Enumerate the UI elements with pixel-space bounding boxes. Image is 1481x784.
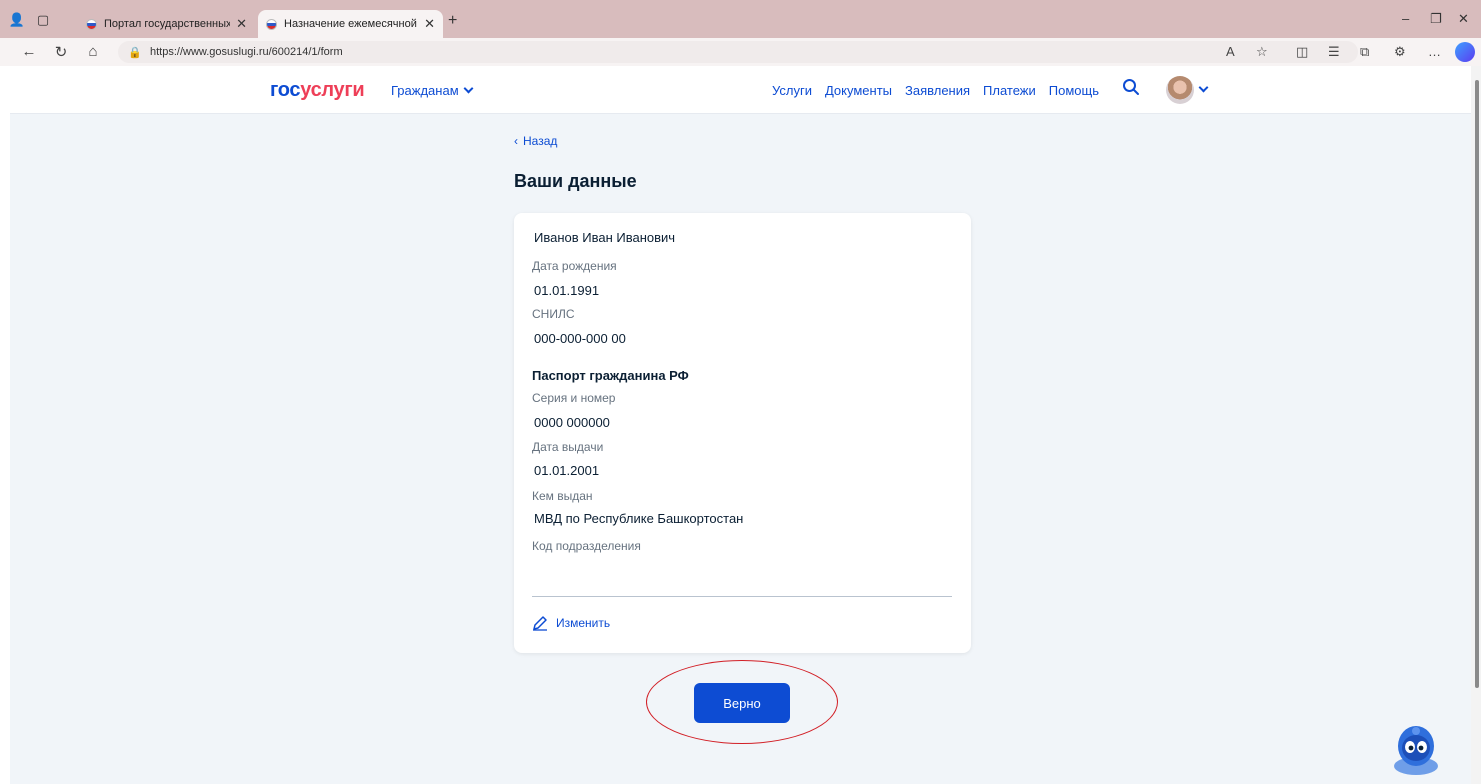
back-label: Назад (523, 134, 558, 148)
favorite-star-icon[interactable]: ☆ (1256, 44, 1268, 60)
back-link[interactable]: ‹ Назад (514, 134, 557, 148)
browser-address-bar: ← ↻ ⌂ 🔒 https://www.gosuslugi.ru/600214/… (0, 38, 1481, 66)
home-icon[interactable]: ⌂ (84, 43, 102, 60)
full-name: Иванов Иван Иванович (534, 230, 676, 245)
robot-assistant-icon[interactable] (1392, 722, 1440, 776)
collections-icon[interactable]: ⧉ (1360, 44, 1369, 60)
restore-icon[interactable]: ❐ (1430, 11, 1442, 27)
logo-part-uslugi: услуги (300, 79, 365, 101)
browser-tab-2[interactable]: Назначение ежемесячной выпл ✕ (258, 10, 443, 38)
browser-tab-bar: 👤 ▢ Портал государственных услуг Р ✕ Наз… (0, 0, 1481, 38)
site-header: госуслуги Гражданам Услуги Документы Зая… (10, 66, 1471, 114)
passport-section-title: Паспорт гражданина РФ (532, 368, 689, 383)
gosuslugi-logo[interactable]: госуслуги (270, 79, 365, 102)
issue-date-value: 01.01.2001 (534, 463, 600, 478)
avatar[interactable] (1166, 76, 1194, 104)
close-icon[interactable]: ✕ (236, 16, 247, 32)
nav-help[interactable]: Помощь (1049, 83, 1099, 98)
window-close-icon[interactable]: ✕ (1458, 11, 1469, 27)
split-screen-icon[interactable]: ◫ (1296, 44, 1308, 60)
issued-by-value: МВД по Республике Башкортостан (534, 511, 744, 526)
favicon-flag-icon (266, 18, 277, 30)
read-aloud-icon[interactable]: A (1226, 44, 1235, 59)
url-text: https://www.gosuslugi.ru/600214/1/form (150, 46, 343, 58)
tab-title: Назначение ежемесячной выпл (284, 18, 418, 30)
new-tab-icon[interactable]: + (448, 12, 457, 30)
personal-data-card: Иванов Иван Иванович Дата рождения 01.01… (514, 213, 971, 653)
chevron-down-icon (463, 83, 474, 94)
subdivision-code-label: Код подразделения (532, 539, 641, 553)
search-icon[interactable] (1122, 78, 1140, 96)
minimize-icon[interactable]: – (1402, 11, 1409, 26)
passport-series-label: Серия и номер (532, 391, 616, 405)
edit-label: Изменить (556, 616, 611, 630)
tab-title: Портал государственных услуг Р (104, 18, 231, 30)
nav-services[interactable]: Услуги (772, 83, 812, 98)
back-arrow-icon[interactable]: ← (20, 43, 38, 60)
issue-date-label: Дата выдачи (532, 440, 604, 454)
workspaces-icon[interactable]: ▢ (34, 12, 52, 28)
confirm-button[interactable]: Верно (694, 683, 790, 723)
nav-applications[interactable]: Заявления (905, 83, 970, 98)
snils-label: СНИЛС (532, 307, 575, 321)
url-input[interactable]: 🔒 https://www.gosuslugi.ru/600214/1/form (118, 41, 1358, 63)
page-title: Ваши данные (514, 171, 637, 191)
citizens-label: Гражданам (391, 83, 459, 98)
snils-value: 000-000-000 00 (534, 331, 626, 346)
chevron-down-icon[interactable] (1198, 82, 1209, 93)
favicon-flag-icon (86, 18, 97, 30)
birth-date-value: 01.01.1991 (534, 283, 600, 298)
more-menu-icon[interactable]: … (1428, 44, 1441, 59)
pencil-icon (533, 616, 547, 631)
scrollbar-thumb[interactable] (1475, 80, 1479, 688)
favorites-list-icon[interactable]: ☰ (1328, 44, 1340, 60)
birth-date-label: Дата рождения (532, 259, 617, 273)
page-edge (0, 66, 10, 784)
profile-icon[interactable]: 👤 (8, 12, 26, 28)
reload-icon[interactable]: ↻ (52, 43, 70, 61)
lock-icon: 🔒 (128, 46, 142, 59)
passport-series-value: 0000 000000 (534, 415, 610, 430)
browser-tab-1[interactable]: Портал государственных услуг Р ✕ (78, 10, 255, 38)
issued-by-label: Кем выдан (532, 489, 593, 503)
nav-documents[interactable]: Документы (825, 83, 892, 98)
edit-button[interactable]: Изменить (532, 615, 610, 631)
chevron-left-icon: ‹ (514, 134, 518, 148)
extensions-icon[interactable]: ⚙ (1394, 44, 1406, 60)
divider (532, 596, 952, 597)
top-navigation: Услуги Документы Заявления Платежи Помощ… (772, 83, 1112, 98)
citizens-dropdown[interactable]: Гражданам (391, 83, 474, 98)
logo-part-gos: гос (270, 79, 301, 101)
nav-payments[interactable]: Платежи (983, 83, 1036, 98)
close-icon[interactable]: ✕ (424, 16, 435, 32)
copilot-icon[interactable] (1455, 42, 1475, 62)
